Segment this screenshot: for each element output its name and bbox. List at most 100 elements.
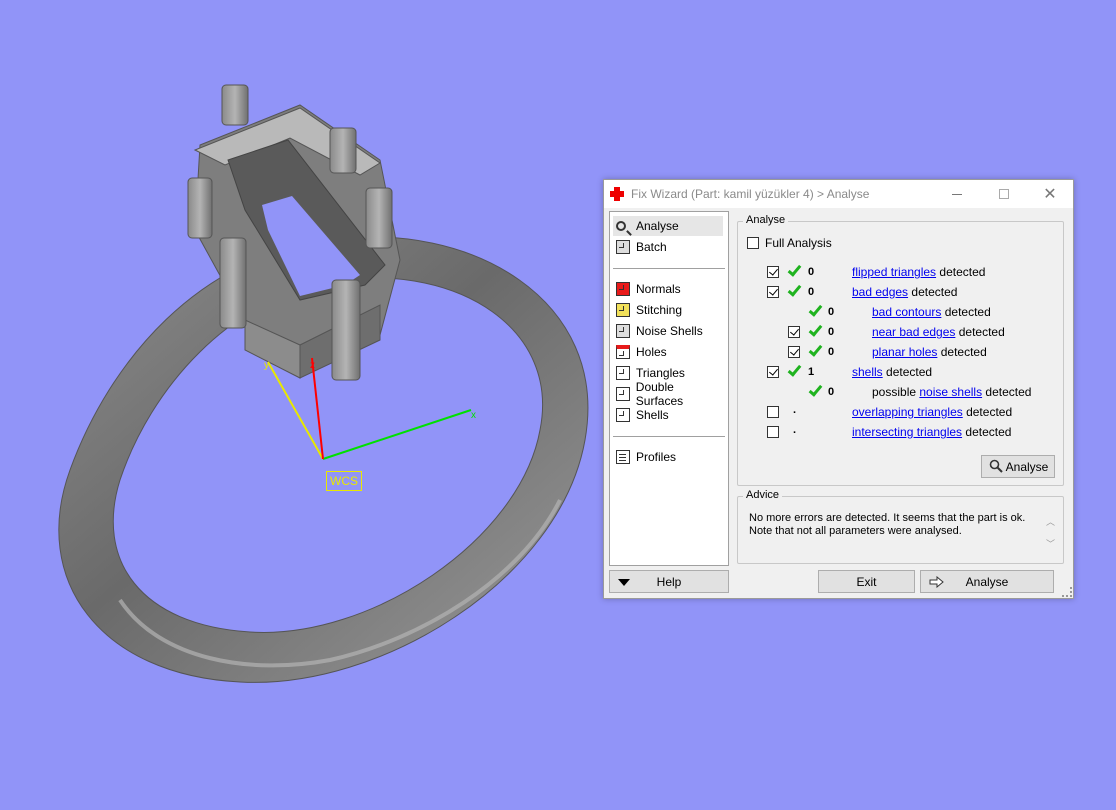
flipped-triangles-link[interactable]: flipped triangles <box>852 265 936 279</box>
advice-group-title: Advice <box>743 489 783 501</box>
flipped-triangles-count: 0 <box>808 266 815 278</box>
row-prefix: possible <box>872 385 920 399</box>
flipped-triangles-checkbox[interactable] <box>767 266 779 278</box>
shells-count: 1 <box>808 366 815 378</box>
noise-shells-row: possible noise shells detected <box>872 385 1031 399</box>
near-bad-edges-count: 0 <box>828 326 835 338</box>
inner-analyse-label: Analyse <box>1005 459 1049 474</box>
ok-check-icon <box>787 282 802 297</box>
batch-icon <box>616 240 630 254</box>
overlapping-triangles-link[interactable]: overlapping triangles <box>852 405 963 419</box>
arrow-right-icon <box>929 575 945 591</box>
nav-separator <box>613 436 725 437</box>
nav-item-label: Stitching <box>636 303 683 317</box>
nav-item-label: Holes <box>636 345 667 359</box>
intersecting-triangles-count: . <box>793 424 797 436</box>
close-button[interactable]: ✕ <box>1027 180 1073 208</box>
nav-item-label: Profiles <box>636 450 677 464</box>
row-suffix: detected <box>908 285 958 299</box>
bad-edges-count: 0 <box>808 286 815 298</box>
maximize-button[interactable] <box>981 180 1027 208</box>
scroll-up-icon[interactable]: ︿ <box>1046 511 1055 533</box>
planar-holes-checkbox[interactable] <box>788 346 800 358</box>
x-axis-label: x <box>471 410 476 421</box>
resize-grip[interactable] <box>1062 587 1072 597</box>
full-analysis-checkbox[interactable] <box>747 237 759 249</box>
flipped-triangles-row: flipped triangles detected <box>852 265 985 279</box>
planar-holes-link[interactable]: planar holes <box>872 345 937 359</box>
nav-item-label: Batch <box>636 240 667 254</box>
wcs-label: WCS <box>326 471 362 491</box>
nav-item-shells[interactable]: Shells <box>613 405 723 425</box>
nav-item-normals[interactable]: Normals <box>613 279 723 299</box>
bad-edges-link[interactable]: bad edges <box>852 285 908 299</box>
shells-link[interactable]: shells <box>852 365 883 379</box>
row-suffix: detected <box>982 385 1032 399</box>
advice-group: Advice No more errors are detected. It s… <box>737 489 1064 564</box>
planar-holes-row: planar holes detected <box>872 345 987 359</box>
help-button[interactable]: Help <box>609 570 729 593</box>
holes-cube-icon <box>616 345 630 359</box>
nav-item-stitching[interactable]: Stitching <box>613 300 723 320</box>
scroll-down-icon[interactable]: ﹀ <box>1046 533 1055 555</box>
normals-cube-icon <box>616 282 630 296</box>
nav-item-analyse[interactable]: Analyse <box>613 216 723 236</box>
shells-icon <box>616 408 630 422</box>
exit-label: Exit <box>856 574 877 589</box>
row-suffix: detected <box>941 305 991 319</box>
overlapping-triangles-row: overlapping triangles detected <box>852 405 1012 419</box>
nav-item-noise-shells[interactable]: Noise Shells <box>613 321 723 341</box>
row-suffix: detected <box>962 425 1012 439</box>
window-title: Fix Wizard (Part: kamil yüzükler 4) > An… <box>631 187 870 201</box>
analyse-group: Analyse Full Analysis 0 flipped triangle… <box>737 214 1064 486</box>
triangle-down-icon <box>618 579 630 586</box>
ok-check-icon <box>808 322 823 337</box>
wizard-nav-panel: Analyse Batch Normals Stitching Noise Sh… <box>609 211 729 566</box>
nav-item-batch[interactable]: Batch <box>613 237 723 257</box>
nav-item-holes[interactable]: Holes <box>613 342 723 362</box>
bad-edges-checkbox[interactable] <box>767 286 779 298</box>
nav-item-double-surfaces[interactable]: Double Surfaces <box>613 380 723 408</box>
exit-button[interactable]: Exit <box>818 570 915 593</box>
noise-shells-link[interactable]: noise shells <box>919 385 982 399</box>
intersecting-triangles-checkbox[interactable] <box>767 426 779 438</box>
row-suffix: detected <box>962 405 1013 419</box>
intersecting-triangles-link[interactable]: intersecting triangles <box>852 425 962 439</box>
analyse-button[interactable]: Analyse <box>920 570 1054 593</box>
triangles-cube-icon <box>616 366 630 380</box>
nav-item-label: Normals <box>636 282 681 296</box>
bad-contours-row: bad contours detected <box>872 305 991 319</box>
advice-scrollbar[interactable]: ︿ ﹀ <box>1046 511 1055 555</box>
analyse-label: Analyse <box>965 574 1009 589</box>
ok-check-icon <box>808 382 823 397</box>
advice-text: No more errors are detected. It seems th… <box>749 512 1026 537</box>
bad-contours-count: 0 <box>828 306 835 318</box>
ok-check-icon <box>808 342 823 357</box>
inner-analyse-button[interactable]: Analyse <box>981 455 1055 478</box>
nav-item-label: Triangles <box>636 366 685 380</box>
y-axis-label: y <box>264 360 269 371</box>
nav-item-label: Double Surfaces <box>635 380 684 408</box>
ok-check-icon <box>808 302 823 317</box>
row-suffix: detected <box>955 325 1005 339</box>
full-analysis-label: Full Analysis <box>765 236 832 250</box>
nav-item-profiles[interactable]: Profiles <box>613 447 723 467</box>
magnifier-icon <box>989 459 1003 473</box>
minimize-button[interactable] <box>934 180 980 208</box>
near-bad-edges-checkbox[interactable] <box>788 326 800 338</box>
intersecting-triangles-row: intersecting triangles detected <box>852 425 1011 439</box>
stitching-cube-icon <box>616 303 630 317</box>
overlapping-triangles-checkbox[interactable] <box>767 406 779 418</box>
minimize-icon <box>952 193 962 195</box>
near-bad-edges-link[interactable]: near bad edges <box>872 325 955 339</box>
maximize-icon <box>999 189 1009 199</box>
fix-wizard-cross-icon <box>609 186 625 202</box>
nav-separator <box>613 268 725 269</box>
magnifier-icon <box>616 221 626 231</box>
bad-contours-link[interactable]: bad contours <box>872 305 941 319</box>
shells-checkbox[interactable] <box>767 366 779 378</box>
row-suffix: detected <box>936 265 986 279</box>
nav-item-label: Shells <box>636 408 669 422</box>
row-suffix: detected <box>882 365 933 379</box>
title-bar[interactable]: Fix Wizard (Part: kamil yüzükler 4) > An… <box>604 180 1073 208</box>
